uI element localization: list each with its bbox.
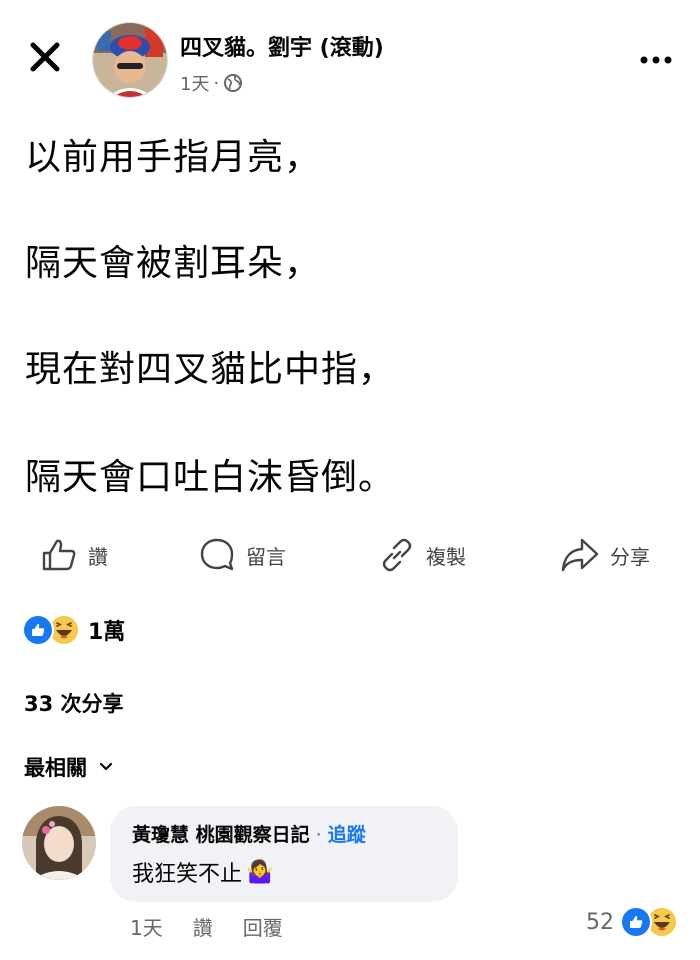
comment-time[interactable]: 1天 [130,912,163,941]
post-action-bar: 讚 留言 複製 分享 [0,528,700,578]
close-button[interactable] [28,40,62,74]
link-icon [382,538,412,572]
copy-label: 複製 [426,544,466,569]
post-time[interactable]: 1天 [180,70,209,96]
comment-footer: 1天 讚 回覆 [130,912,283,941]
comment-icon [200,538,234,571]
globe-icon [224,74,243,92]
comment-reaction-count: 52 [586,909,614,935]
copy-button[interactable]: 複製 [378,536,466,574]
author-name[interactable]: 四叉貓。劉宇 (滾動) [180,30,384,62]
comment-separator: · [309,824,328,846]
more-options-button[interactable] [636,44,676,74]
comment-button[interactable]: 留言 [198,536,286,574]
post-text-line: 現在對四叉貓比中指， [25,349,396,390]
comment-header: 黃瓊慧 桃園觀察日記 · 追蹤 [132,820,366,847]
post-text-line: 隔天會被割耳朵， [25,243,322,284]
chevron-down-icon [99,762,113,771]
commenter-avatar[interactable] [22,806,96,880]
like-button[interactable]: 讚 [40,536,108,574]
share-label: 分享 [610,544,650,569]
more-options-icon [640,56,672,64]
like-reaction-icon [22,614,54,646]
sort-label: 最相關 [24,756,87,780]
comment-label: 留言 [246,544,286,569]
comment-text: 我狂笑不止 [132,862,243,887]
share-count[interactable]: 33 次分享 [24,688,124,718]
comment-body: 我狂笑不止 🤷‍♀️ [132,856,273,888]
share-arrow-icon [561,538,599,572]
thumbs-up-icon [42,539,76,571]
commenter-name[interactable]: 黃瓊慧 桃園觀察日記 [132,824,310,846]
follow-button[interactable]: 追蹤 [328,824,366,846]
close-icon [30,42,60,72]
meta-separator: · [213,72,220,94]
post-text-line: 隔天會口吐白沫昏倒。 [25,457,396,498]
post-text-line: 以前用手指月亮， [25,137,322,178]
author-avatar[interactable] [92,22,168,98]
shrug-emoji: 🤷‍♀️ [246,859,274,885]
reaction-count: 1萬 [88,620,126,645]
post-meta: 1天 · [180,70,243,96]
like-label: 讚 [88,544,108,569]
like-reaction-icon [620,906,652,938]
comment-reactions[interactable]: 52 [586,906,678,938]
comment-like-button[interactable]: 讚 [193,912,213,941]
reaction-summary[interactable]: 1萬 [22,614,125,646]
comment-sort-dropdown[interactable]: 最相關 [24,752,113,782]
share-button[interactable]: 分享 [560,536,650,574]
comment-reply-button[interactable]: 回覆 [243,912,283,941]
